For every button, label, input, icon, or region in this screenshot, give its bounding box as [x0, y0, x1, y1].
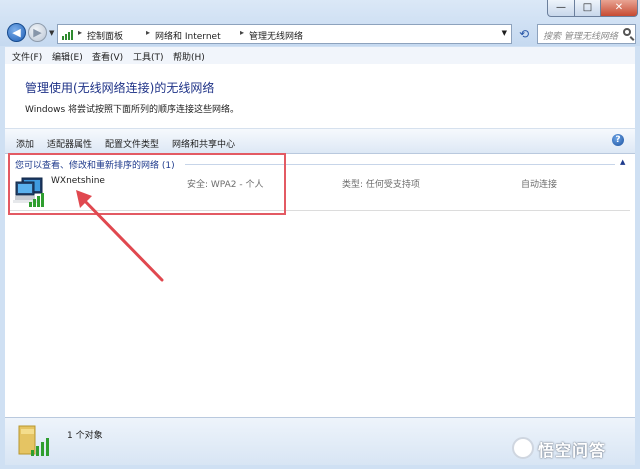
- breadcrumb-control-panel[interactable]: 控制面板: [87, 29, 123, 42]
- page-title: 管理使用(无线网络连接)的无线网络: [25, 81, 215, 95]
- refresh-button[interactable]: ⟲: [514, 24, 534, 44]
- command-toolbar: 添加 适配器属性 配置文件类型 网络和共享中心: [5, 128, 635, 154]
- arrow-right-icon: ▶: [33, 26, 42, 39]
- collapse-icon[interactable]: ▲: [620, 158, 625, 166]
- refresh-icon: ⟲: [518, 27, 530, 41]
- forward-button[interactable]: ▶: [28, 23, 47, 42]
- minimize-icon: —: [556, 2, 566, 13]
- wireless-network-icon: [62, 30, 73, 40]
- close-icon: ✕: [614, 2, 624, 13]
- add-button[interactable]: 添加: [16, 137, 34, 150]
- search-icon[interactable]: [623, 28, 631, 36]
- watermark-logo-icon: [512, 437, 534, 459]
- breadcrumb-separator-icon[interactable]: ▸: [78, 28, 82, 37]
- menu-file[interactable]: 文件(F): [12, 50, 42, 63]
- menu-view[interactable]: 查看(V): [92, 50, 123, 63]
- recent-pages-dropdown[interactable]: ▼: [49, 29, 54, 37]
- search-placeholder: 搜索 管理无线网络: [543, 32, 618, 42]
- network-type: 类型: 任何受支持项: [342, 180, 420, 190]
- arrow-left-icon: ◀: [12, 26, 21, 39]
- maximize-button[interactable]: □: [575, 0, 601, 17]
- help-icon[interactable]: ?: [612, 134, 624, 146]
- object-count: 1 个对象: [67, 431, 103, 441]
- menu-help[interactable]: 帮助(H): [173, 50, 205, 63]
- maximize-icon: □: [582, 2, 593, 13]
- wireless-network-icon: [18, 425, 49, 456]
- menu-tools[interactable]: 工具(T): [133, 50, 164, 63]
- back-button[interactable]: ◀: [7, 23, 26, 42]
- annotation-arrow-icon: [76, 190, 164, 282]
- profile-types-button[interactable]: 配置文件类型: [105, 137, 159, 150]
- breadcrumb-manage-wireless[interactable]: 管理无线网络: [249, 29, 303, 42]
- close-button[interactable]: ✕: [601, 0, 638, 17]
- minimize-button[interactable]: —: [547, 0, 575, 17]
- page-subtitle: Windows 将尝试按照下面所列的顺序连接这些网络。: [25, 105, 240, 115]
- search-input[interactable]: 搜索 管理无线网络: [537, 24, 636, 44]
- breadcrumb-network-internet[interactable]: 网络和 Internet: [155, 29, 221, 42]
- address-dropdown-icon[interactable]: ▼: [502, 29, 507, 37]
- breadcrumb-separator-icon[interactable]: ▸: [240, 28, 244, 37]
- network-connection-mode: 自动连接: [521, 180, 558, 190]
- menu-bar: 文件(F) 编辑(E) 查看(V) 工具(T) 帮助(H): [5, 47, 635, 64]
- adapter-properties-button[interactable]: 适配器属性: [47, 137, 92, 150]
- menu-edit[interactable]: 编辑(E): [52, 50, 83, 63]
- breadcrumb-separator-icon[interactable]: ▸: [146, 28, 150, 37]
- network-sharing-center-button[interactable]: 网络和共享中心: [172, 137, 235, 150]
- watermark: 悟空问答: [538, 441, 607, 460]
- address-bar[interactable]: ▸ 控制面板 ▸ 网络和 Internet ▸ 管理无线网络 ▼: [57, 24, 512, 44]
